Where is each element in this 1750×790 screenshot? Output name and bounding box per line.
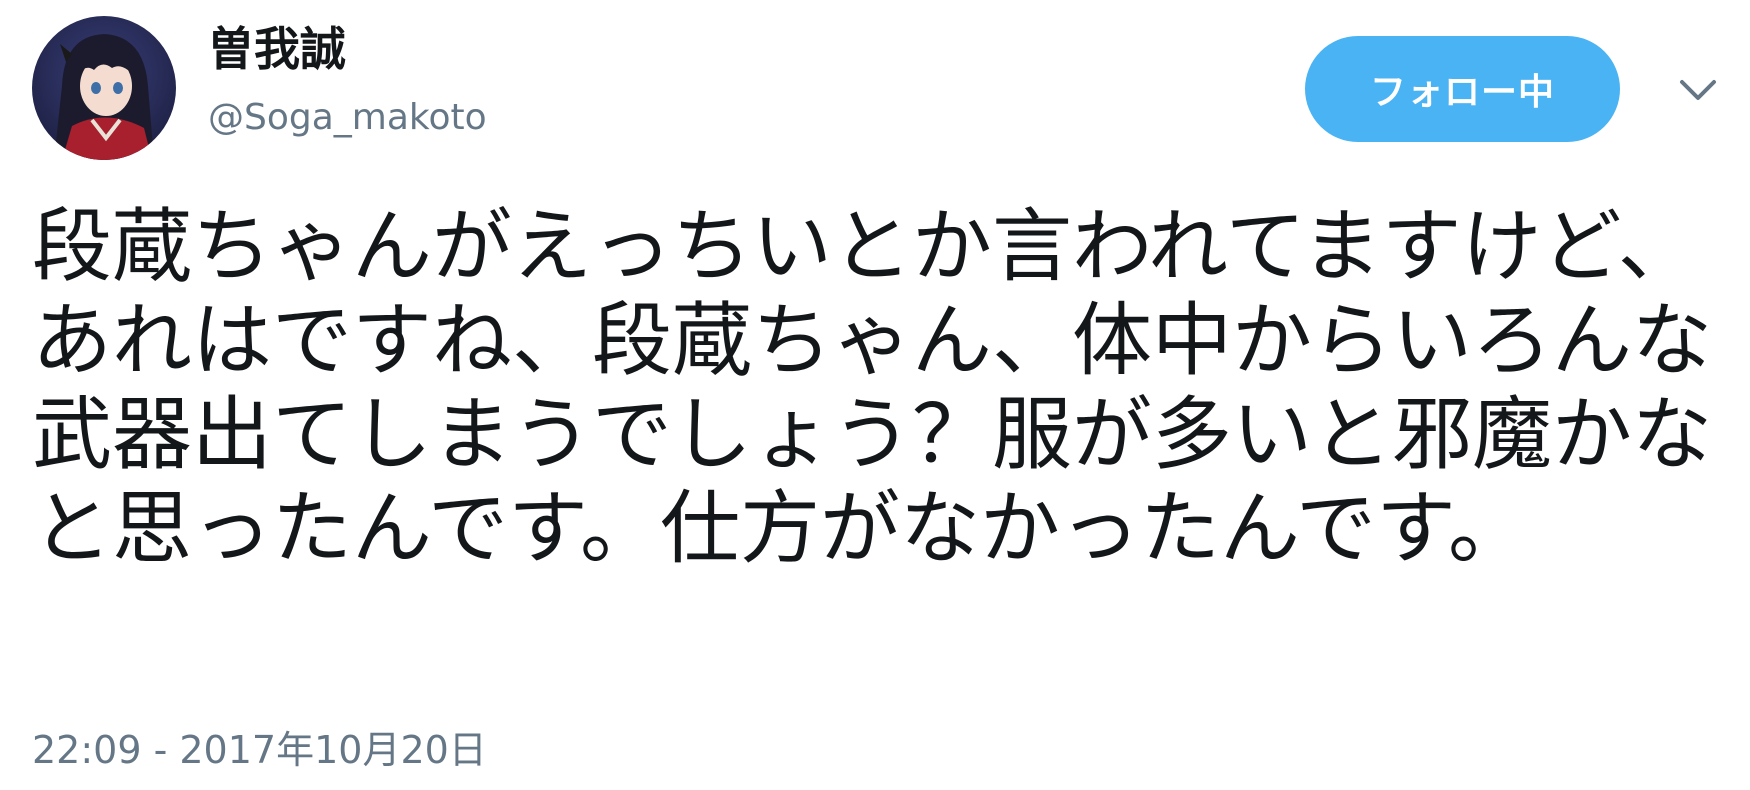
tweet-card: 曽我誠 @Soga_makoto フォロー中 段蔵ちゃんがえっちいとか言われてま… bbox=[0, 0, 1750, 790]
tweet-menu-button[interactable] bbox=[1676, 68, 1720, 112]
chevron-down-icon bbox=[1680, 80, 1716, 100]
user-handle[interactable]: @Soga_makoto bbox=[208, 96, 487, 139]
following-button-label: フォロー中 bbox=[1369, 72, 1555, 113]
display-name[interactable]: 曽我誠 bbox=[208, 22, 346, 77]
avatar[interactable] bbox=[32, 16, 176, 160]
tweet-text: 段蔵ちゃんがえっちいとか言われてますけど、あれはですね、段蔵ちゃん、体中からいろ… bbox=[32, 200, 1712, 575]
following-button[interactable]: フォロー中 bbox=[1305, 36, 1620, 142]
user-avatar-image bbox=[32, 16, 176, 160]
tweet-timestamp[interactable]: 22:09 - 2017年10月20日 bbox=[32, 728, 487, 774]
